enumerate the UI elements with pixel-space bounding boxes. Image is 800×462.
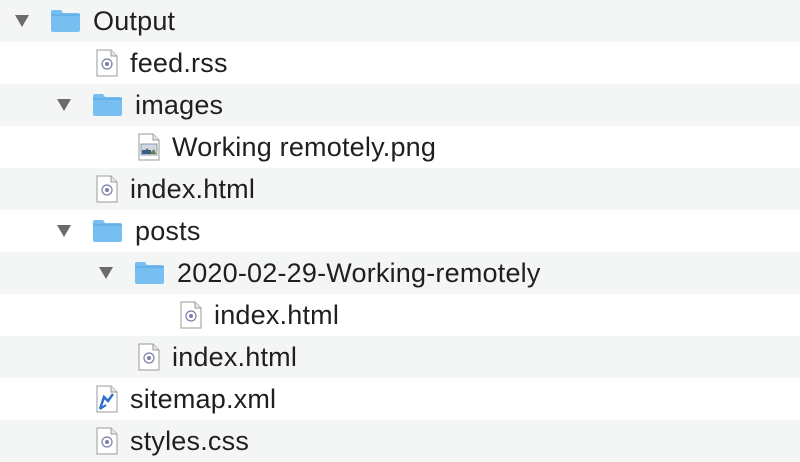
tree-node: index.html [96,168,255,210]
tree-row-styles-css[interactable]: styles.css [0,420,800,462]
html-document-icon [96,427,118,455]
tree-row-working-remotely-png[interactable]: Working remotely.png [0,126,800,168]
tree-item-label: styles.css [130,425,250,456]
disclosure-triangle-icon[interactable] [56,223,72,239]
file-tree: Output feed.rss images Working remotely.… [0,0,800,462]
tree-node: index.html [180,294,339,336]
tree-node: styles.css [96,420,249,462]
image-document-icon [138,133,160,161]
tree-item-label: Output [93,5,176,36]
folder-icon [92,219,123,243]
tree-row-2020-02-29-working-remotely[interactable]: 2020-02-29-Working-remotely [0,252,800,294]
tree-item-label: Working remotely.png [172,131,437,162]
tree-item-label: posts [135,215,201,246]
tree-row-images[interactable]: images [0,84,800,126]
tree-row-posts[interactable]: posts [0,210,800,252]
tree-item-label: feed.rss [130,47,228,78]
tree-row-feed-rss[interactable]: feed.rss [0,42,800,84]
tree-node: Working remotely.png [138,126,436,168]
tree-node: index.html [138,336,297,378]
tree-node: sitemap.xml [96,378,276,420]
tree-node: feed.rss [96,42,228,84]
tree-row-post-index-html[interactable]: index.html [0,294,800,336]
folder-icon [50,9,81,33]
tree-node: 2020-02-29-Working-remotely [98,252,541,294]
tree-node: images [56,84,223,126]
tree-node: Output [14,0,175,42]
folder-icon [92,93,123,117]
tree-row-output[interactable]: Output [0,0,800,42]
tree-item-label: images [135,89,224,120]
tree-row-posts-index-html[interactable]: index.html [0,336,800,378]
html-document-icon [138,343,160,371]
tree-item-label: index.html [130,173,256,204]
tree-item-label: 2020-02-29-Working-remotely [177,257,541,288]
tree-node: posts [56,210,201,252]
tree-item-label: index.html [214,299,340,330]
tree-item-label: sitemap.xml [130,383,277,414]
disclosure-triangle-icon[interactable] [98,265,114,281]
tree-row-sitemap-xml[interactable]: sitemap.xml [0,378,800,420]
disclosure-triangle-icon[interactable] [56,97,72,113]
html-document-icon [96,49,118,77]
html-document-icon [96,175,118,203]
tree-item-label: index.html [172,341,298,372]
html-document-icon [180,301,202,329]
tree-row-index-html[interactable]: index.html [0,168,800,210]
folder-icon [134,261,165,285]
xml-document-icon [96,385,118,413]
disclosure-triangle-icon[interactable] [14,13,30,29]
